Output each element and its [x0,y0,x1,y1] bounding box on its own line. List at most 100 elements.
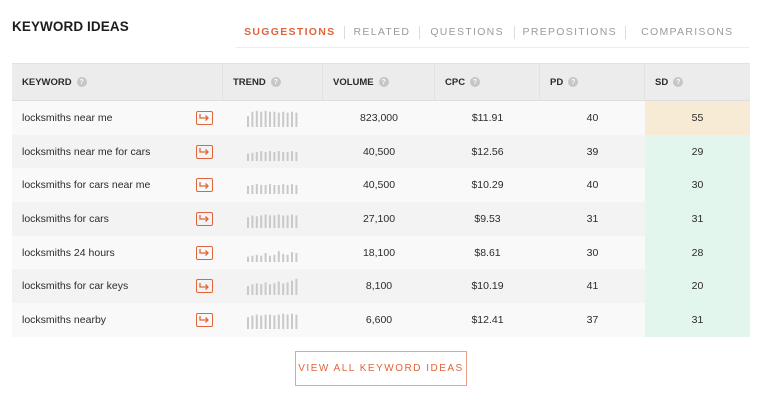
trend-bar [247,286,249,296]
column-header-volume[interactable]: VOLUME? [323,64,435,100]
trend-bar [277,185,280,195]
sd-cell: 28 [645,235,750,270]
cpc-cell: $12.56 [471,145,504,158]
volume-cell: 27,100 [362,212,396,225]
trend-bar [295,215,298,228]
question-icon[interactable]: ? [270,77,281,87]
cpc-cell: $8.61 [474,246,501,259]
trend-bar [255,314,258,329]
sd-cell: 31 [645,303,750,337]
keyword-text[interactable]: locksmiths near me for cars [22,146,150,158]
trend-bar [264,282,267,296]
volume-cell: 8,100 [365,280,393,293]
tab-related[interactable]: RELATED [345,24,420,47]
tab-comparisons[interactable]: COMPARISONS [626,24,750,47]
keyword-text[interactable]: locksmiths nearby [22,314,106,326]
arrow-export-icon[interactable] [196,110,213,125]
column-label: PD [550,76,564,88]
sd-cell: 31 [645,202,750,236]
trend-bar [282,184,285,195]
sd-cell: 30 [645,168,750,203]
tab-prepositions[interactable]: PREPOSITIONS [515,24,625,47]
trend-bar [291,184,293,195]
trend-bar [255,283,258,296]
column-label: SD [655,76,669,88]
cpc-cell: $9.53 [474,212,501,225]
column-header-cpc[interactable]: CPC? [435,64,540,100]
question-icon[interactable]: ? [568,77,579,87]
trend-sparkline [223,135,323,169]
trend-bar [260,284,263,296]
trend-bar [295,252,298,262]
page-title: KEYWORD IDEAS [12,19,129,34]
table-header: KEYWORD? TREND? VOLUME? CPC? PD? SD? [12,63,750,101]
tab-questions[interactable]: QUESTIONS [420,24,514,47]
keyword-text[interactable]: locksmiths for cars near me [22,179,150,191]
trend-bar [255,216,258,228]
question-icon[interactable]: ? [378,77,389,87]
column-header-pd[interactable]: PD? [540,64,645,100]
arrow-export-icon[interactable] [196,279,213,294]
pd-cell: 39 [586,145,599,158]
table-row: locksmiths nearby 6,600 $12.41 37 31 [12,303,750,337]
trend-bar [264,110,267,127]
trend-bar [269,314,271,329]
trend-bar [282,151,285,161]
arrow-export-icon[interactable] [196,178,213,193]
keyword-text[interactable]: locksmiths near me [22,112,112,124]
volume-cell: 18,100 [362,246,396,259]
trend-sparkline [223,168,323,202]
trend-bar [273,185,276,195]
keyword-cell: locksmiths near me for cars [12,135,223,169]
trend-bar [277,214,280,228]
trend-bar [273,315,276,329]
trend-bar [251,111,254,127]
trend-sparkline [223,269,323,303]
trend-bar [264,314,267,329]
trend-bar [282,253,285,262]
column-header-sd[interactable]: SD? [645,64,750,100]
keyword-cell: locksmiths for cars near me [12,168,223,202]
keyword-cell: locksmiths 24 hours [12,236,223,270]
trend-bar [277,314,280,329]
tab-suggestions[interactable]: SUGGESTIONS [236,24,344,47]
arrow-export-icon[interactable] [196,245,213,260]
pd-cell: 31 [586,212,599,225]
question-icon[interactable]: ? [76,77,87,87]
trend-bar [251,215,254,228]
trend-bar [251,185,254,195]
column-label: KEYWORD [22,76,72,88]
column-label: CPC [445,76,466,88]
column-label: VOLUME [333,76,374,88]
question-icon[interactable]: ? [470,77,481,87]
pd-cell: 40 [586,179,599,192]
trend-bar [295,279,298,296]
column-header-trend[interactable]: TREND? [223,64,323,100]
table-body: locksmiths near me 823,000 $11.91 40 55 locks… [12,101,750,337]
volume-cell: 6,600 [365,313,393,326]
arrow-export-icon[interactable] [196,144,213,159]
keyword-table: KEYWORD? TREND? VOLUME? CPC? PD? SD? loc… [12,63,750,337]
arrow-export-icon[interactable] [196,312,213,327]
table-row: locksmiths for cars near me 40,500 $10.29 4… [12,168,750,203]
trend-sparkline [223,202,323,236]
keyword-text[interactable]: locksmiths 24 hours [22,247,115,259]
question-icon[interactable]: ? [673,77,684,87]
trend-bar [247,186,249,195]
trend-bar [295,151,298,161]
trend-bar [295,314,298,329]
cpc-cell: $11.91 [471,111,504,124]
trend-bar [291,251,293,262]
column-label: TREND [233,76,266,88]
column-header-keyword[interactable]: KEYWORD? [12,64,223,100]
trend-bar [291,214,293,228]
keyword-text[interactable]: locksmiths for car keys [22,280,128,292]
trend-bar [264,185,267,195]
trend-bar [269,215,271,228]
trend-bar [269,111,271,127]
trend-bar [251,152,254,161]
keyword-text[interactable]: locksmiths for cars [22,213,109,225]
arrow-export-icon[interactable] [196,211,213,226]
view-all-keyword-ideas-button[interactable]: VIEW ALL KEYWORD IDEAS [295,351,467,386]
trend-bar [260,315,263,329]
